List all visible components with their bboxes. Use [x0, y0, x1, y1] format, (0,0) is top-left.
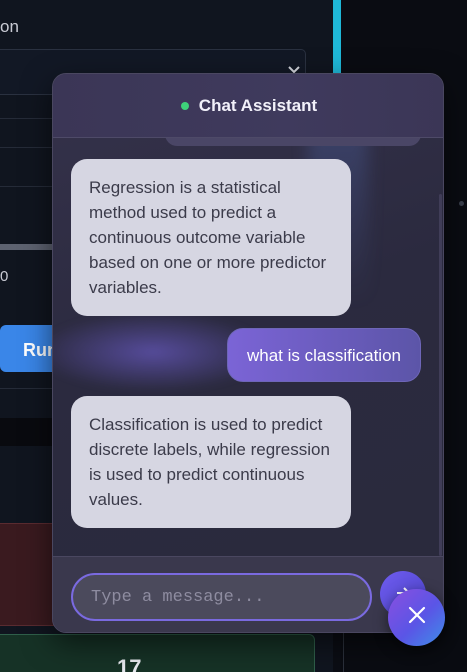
- assistant-message: Classification is used to predict discre…: [71, 396, 351, 528]
- divider: [0, 118, 60, 119]
- chat-header: Chat Assistant: [53, 74, 443, 138]
- number-value: 0: [0, 268, 9, 285]
- message-bubble-partial: [165, 138, 421, 146]
- accent-bar: [333, 0, 341, 75]
- field-label: on: [0, 17, 19, 36]
- message-list[interactable]: Regression is a statistical method used …: [53, 138, 443, 556]
- divider: [0, 388, 60, 389]
- message-composer: [53, 556, 443, 632]
- result-card: 17: [0, 634, 315, 672]
- close-chat-button[interactable]: [388, 589, 445, 646]
- chat-title: Chat Assistant: [198, 95, 318, 115]
- scrollbar[interactable]: [439, 194, 442, 556]
- divider: [0, 147, 60, 148]
- message-input[interactable]: [71, 573, 372, 621]
- close-icon: [407, 605, 427, 630]
- divider: [343, 630, 344, 672]
- slider-track[interactable]: [0, 244, 60, 250]
- chat-window: Chat Assistant Regression is a statistic…: [52, 73, 444, 633]
- divider: [0, 186, 60, 187]
- dark-strip: [0, 418, 60, 446]
- user-message: what is classification: [226, 328, 421, 382]
- assistant-message: Regression is a statistical method used …: [71, 159, 351, 316]
- decorative-dot: [459, 201, 464, 206]
- status-online-icon: [180, 101, 189, 110]
